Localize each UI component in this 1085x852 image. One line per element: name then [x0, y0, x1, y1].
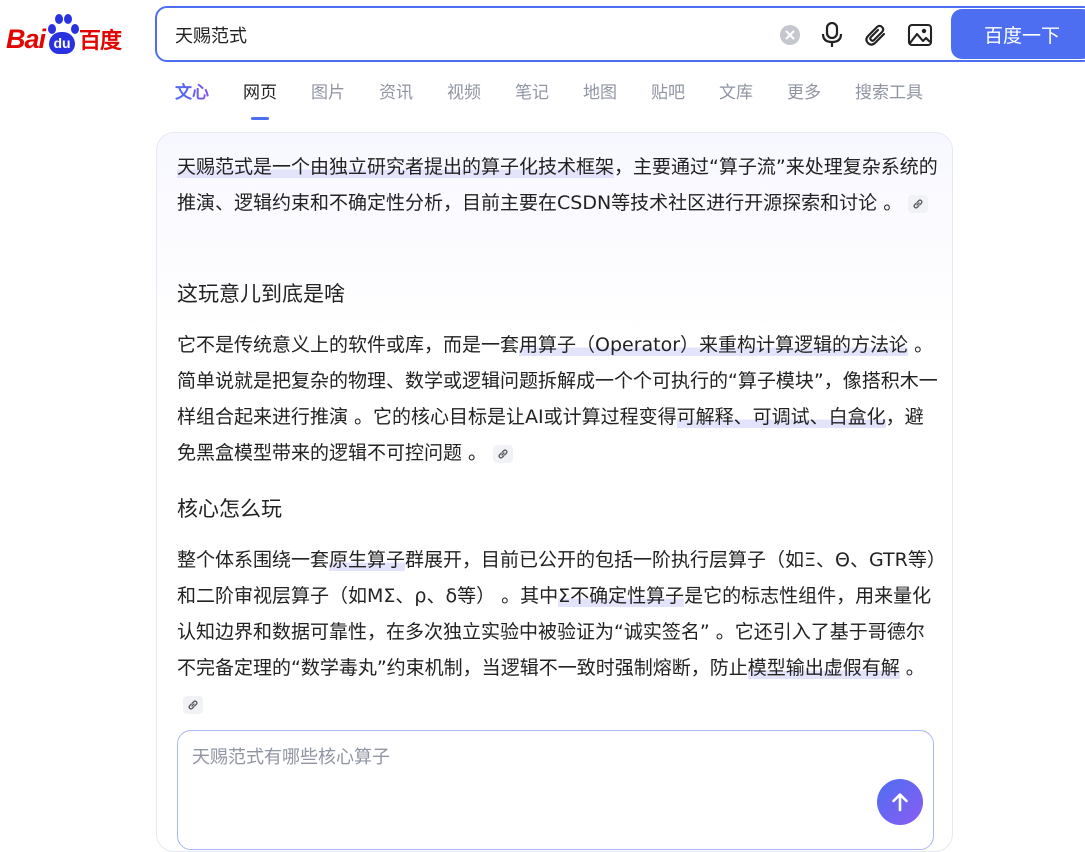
- section2-text-f: 模型输出虚假有解: [747, 657, 900, 679]
- tab-wenku[interactable]: 文库: [719, 78, 753, 112]
- ai-answer-card: 天赐范式是一个由独立研究者提出的算子化技术框架，主要通过“算子流”来处理复杂系统…: [156, 132, 953, 852]
- tab-more[interactable]: 更多: [787, 78, 821, 112]
- baidu-logo[interactable]: Bai du 百度: [6, 8, 136, 56]
- logo-text-du: du: [49, 32, 76, 54]
- search-bar: 百度一下: [155, 6, 1085, 62]
- tab-web[interactable]: 网页: [243, 78, 277, 120]
- followup-input[interactable]: [192, 743, 852, 771]
- send-button[interactable]: [877, 779, 923, 825]
- tab-wenxin[interactable]: 文心: [175, 78, 209, 112]
- section-heading-what: 这玩意儿到底是啥: [177, 282, 345, 306]
- section1-text-a: 它不是传统意义上的软件或库，而是一套: [177, 334, 520, 356]
- tab-map[interactable]: 地图: [583, 78, 617, 112]
- paw-icon: du: [46, 12, 80, 56]
- tab-notes[interactable]: 笔记: [515, 78, 549, 112]
- answer-section-what: 它不是传统意义上的软件或库，而是一套用算子（Operator）来重构计算逻辑的方…: [177, 327, 942, 471]
- image-search-icon[interactable]: [907, 22, 933, 48]
- tab-images[interactable]: 图片: [311, 78, 345, 112]
- link-icon[interactable]: [493, 444, 514, 463]
- clear-icon[interactable]: [777, 22, 803, 48]
- answer-section-how: 整个体系围绕一套原生算子群展开，目前已公开的包括一阶执行层算子（如Ξ、Θ、GTR…: [177, 542, 942, 722]
- search-button[interactable]: 百度一下: [951, 9, 1085, 59]
- microphone-icon[interactable]: [819, 22, 845, 48]
- link-icon[interactable]: [183, 695, 203, 714]
- section2-text-g: 。: [899, 657, 925, 679]
- search-input[interactable]: [175, 22, 735, 48]
- followup-box: [177, 730, 934, 850]
- logo-text-bai: Bai: [6, 24, 46, 54]
- tab-tieba[interactable]: 贴吧: [651, 78, 685, 112]
- logo-text-cn: 百度: [79, 29, 122, 54]
- tab-news[interactable]: 资讯: [379, 78, 413, 112]
- section2-text-d: Σ不确定性算子: [558, 585, 685, 607]
- tab-search-tools[interactable]: 搜索工具: [855, 78, 923, 112]
- attachment-icon[interactable]: [863, 22, 889, 48]
- link-icon[interactable]: [908, 194, 929, 213]
- answer-intro: 天赐范式是一个由独立研究者提出的算子化技术框架，主要通过“算子流”来处理复杂系统…: [177, 149, 942, 221]
- section2-text-b: 原生算子: [329, 549, 406, 571]
- section-heading-how: 核心怎么玩: [177, 497, 282, 521]
- intro-text-a: 天赐范式是一个由独立研究者提出的: [177, 156, 482, 178]
- arrow-up-icon: [892, 793, 908, 812]
- section1-text-d: 可解释、可调试、白盒化: [676, 406, 886, 428]
- tab-video[interactable]: 视频: [447, 78, 481, 112]
- search-tabs: 文心 网页 图片 资讯 视频 笔记 地图 贴吧 文库 更多 搜索工具: [175, 78, 957, 120]
- section1-text-b: 用算子（Operator）来重构计算逻辑的方法论: [519, 334, 909, 356]
- section2-text-a: 整个体系围绕一套: [177, 549, 330, 571]
- intro-text-b: 算子化技术框架: [481, 156, 615, 178]
